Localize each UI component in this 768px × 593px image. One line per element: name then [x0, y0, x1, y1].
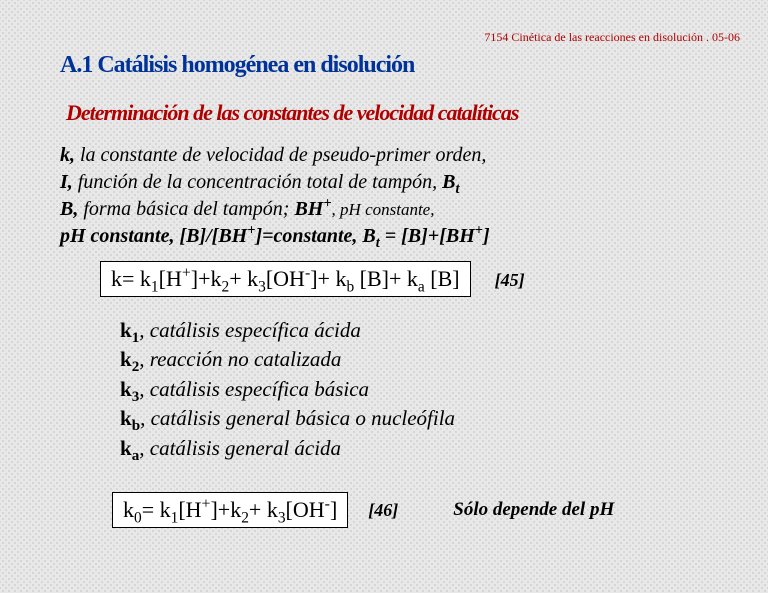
- sym-BH: BH+: [294, 198, 331, 220]
- ka-line: ka, catálisis general ácida: [120, 434, 455, 463]
- equation-46-row: k0= k1[H+]+k2+ k3[OH-] [46] Sólo depende…: [112, 492, 614, 528]
- equation-46: k0= k1[H+]+k2+ k3[OH-]: [112, 492, 348, 528]
- ph-const-text: , pH constante,: [332, 200, 435, 219]
- def-line4: pH constante, [B]/[BH+]=constante, Bt = …: [60, 223, 490, 250]
- sym-Bt: Bt: [442, 171, 459, 193]
- sym-k: k,: [60, 144, 75, 166]
- section-title: A.1 Catálisis homogénea en disolución: [60, 52, 414, 79]
- definitions-block: k, la constante de velocidad de pseudo-p…: [60, 142, 490, 250]
- sym-I: I,: [60, 171, 73, 193]
- section-subtitle: Determinación de las constantes de veloc…: [66, 100, 518, 126]
- def-k-text: la constante de velocidad de pseudo-prim…: [75, 144, 486, 166]
- def-B-text: forma básica del tampón;: [78, 198, 294, 220]
- k1-line: k1, catálisis específica ácida: [120, 316, 455, 345]
- depends-text: Sólo depende del pH: [453, 499, 614, 521]
- course-header: 7154 Cinética de las reacciones en disol…: [484, 30, 740, 45]
- k2-line: k2, reacción no catalizada: [120, 345, 455, 374]
- kb-line: kb, catálisis general básica o nucleófil…: [120, 404, 455, 433]
- def-I-text: función de la concentración total de tam…: [73, 171, 442, 193]
- equation-45: k= k1[H+]+k2+ k3[OH-]+ kb [B]+ ka [B]: [100, 261, 471, 297]
- def-B: B, forma básica del tampón; BH+, pH cons…: [60, 196, 490, 223]
- equation-45-label: [45]: [495, 270, 525, 290]
- k3-line: k3, catálisis específica básica: [120, 375, 455, 404]
- k-constants-list: k1, catálisis específica ácida k2, reacc…: [120, 316, 455, 463]
- equation-46-label: [46]: [368, 500, 398, 521]
- sym-B: B,: [60, 198, 78, 220]
- equation-45-row: k= k1[H+]+k2+ k3[OH-]+ kb [B]+ ka [B] [4…: [100, 261, 525, 297]
- def-k: k, la constante de velocidad de pseudo-p…: [60, 142, 490, 169]
- def-I: I, función de la concentración total de …: [60, 169, 490, 196]
